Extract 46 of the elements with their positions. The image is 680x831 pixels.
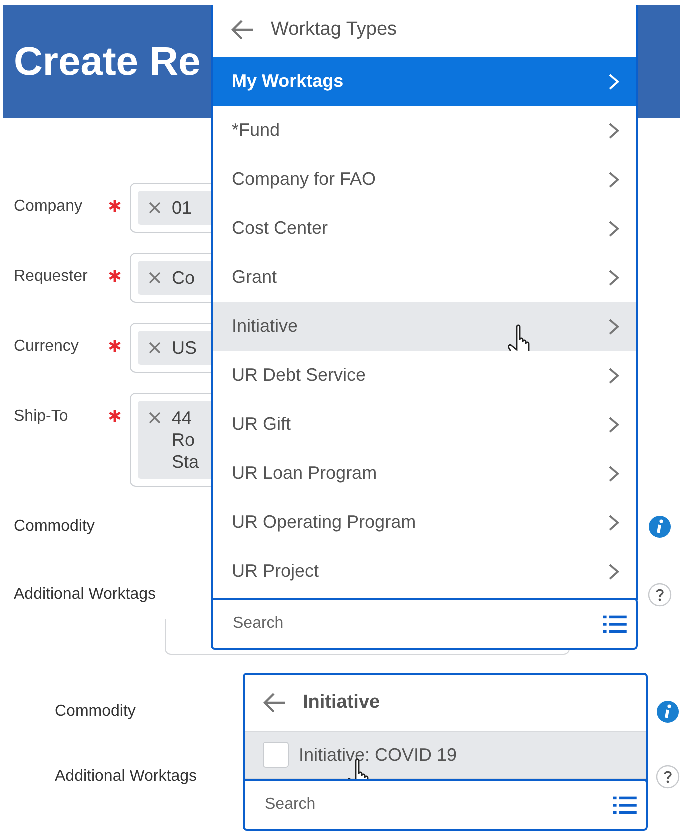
back-arrow-icon[interactable] bbox=[231, 18, 255, 42]
remove-icon[interactable] bbox=[148, 341, 162, 355]
remove-icon[interactable] bbox=[148, 201, 162, 215]
field-label: Requester bbox=[14, 267, 89, 287]
back-arrow-icon[interactable] bbox=[263, 691, 287, 715]
info-icon[interactable] bbox=[656, 700, 680, 724]
chevron-right-icon bbox=[608, 514, 620, 532]
chevron-right-icon bbox=[608, 562, 620, 580]
menu-item[interactable]: Initiative bbox=[213, 302, 636, 351]
chip-text: Co bbox=[172, 267, 196, 289]
field-label: Additional Worktags bbox=[14, 585, 156, 605]
chip-text: US bbox=[172, 337, 198, 359]
chevron-right-icon bbox=[608, 122, 620, 140]
chevron-right-icon bbox=[608, 72, 620, 90]
menu-item[interactable]: My Worktags bbox=[213, 57, 636, 106]
field-label: Commodity bbox=[14, 517, 95, 537]
chevron-right-icon bbox=[608, 318, 620, 336]
remove-icon[interactable] bbox=[148, 411, 162, 425]
menu-title: Worktag Types bbox=[271, 18, 398, 42]
menu-option[interactable]: Initiative: COVID 19 bbox=[245, 731, 646, 779]
field-label: Commodity bbox=[55, 702, 136, 722]
help-icon[interactable] bbox=[656, 765, 680, 789]
menu-title: Initiative bbox=[303, 690, 380, 715]
chevron-right-icon bbox=[608, 220, 620, 238]
chevron-right-icon bbox=[608, 464, 620, 482]
list-icon[interactable] bbox=[602, 614, 628, 635]
chevron-right-icon bbox=[608, 268, 620, 286]
page-title: Create Re bbox=[14, 38, 201, 86]
chip-text: Ro bbox=[172, 429, 196, 451]
field-label: Currency bbox=[14, 337, 80, 357]
info-icon[interactable] bbox=[648, 515, 672, 539]
remove-icon[interactable] bbox=[148, 271, 162, 285]
search-field[interactable]: Search bbox=[211, 598, 638, 650]
search-field[interactable]: Search bbox=[243, 779, 648, 831]
chip-text: 44 bbox=[172, 407, 194, 429]
field-label: Company bbox=[14, 197, 84, 217]
chevron-right-icon bbox=[608, 170, 620, 188]
chip-text: Sta bbox=[172, 451, 200, 473]
field-label: Additional Worktags bbox=[55, 767, 197, 787]
chevron-right-icon bbox=[608, 366, 620, 384]
chevron-right-icon bbox=[608, 416, 620, 434]
checkbox[interactable] bbox=[263, 742, 289, 768]
field-label: Ship-To bbox=[14, 407, 70, 427]
help-icon[interactable] bbox=[648, 583, 672, 607]
chip-text: 01 bbox=[172, 197, 192, 219]
list-icon[interactable] bbox=[612, 795, 638, 816]
